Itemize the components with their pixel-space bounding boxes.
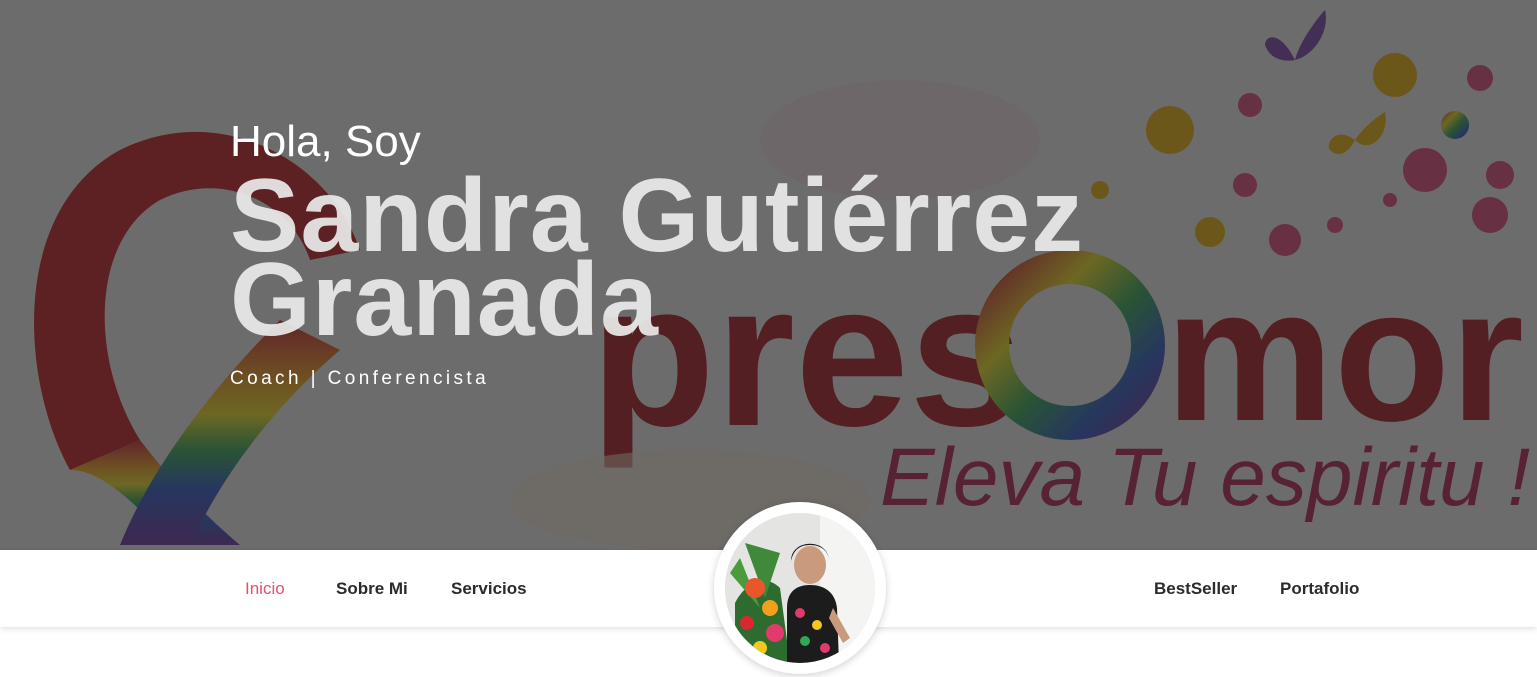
hero-text-block: Hola, Soy Sandra Gutiérrez Granada Coach… [230,116,1084,390]
profile-photo-icon [725,513,875,663]
hero-section: pres mor Eleva Tu espiritu ! [0,0,1537,550]
hero-name: Sandra Gutiérrez Granada [230,164,1084,352]
nav-item-bestseller[interactable]: BestSeller [1154,579,1237,599]
page: pres mor Eleva Tu espiritu ! [0,0,1537,677]
nav-item-inicio[interactable]: Inicio [245,579,285,599]
nav-item-portafolio[interactable]: Portafolio [1280,579,1359,599]
avatar [725,513,875,663]
nav-item-servicios[interactable]: Servicios [451,579,527,599]
hero-subtitle: Coach | Conferencista [230,368,490,389]
avatar-frame[interactable] [714,502,886,674]
nav-item-sobre-mi[interactable]: Sobre Mi [336,579,408,599]
